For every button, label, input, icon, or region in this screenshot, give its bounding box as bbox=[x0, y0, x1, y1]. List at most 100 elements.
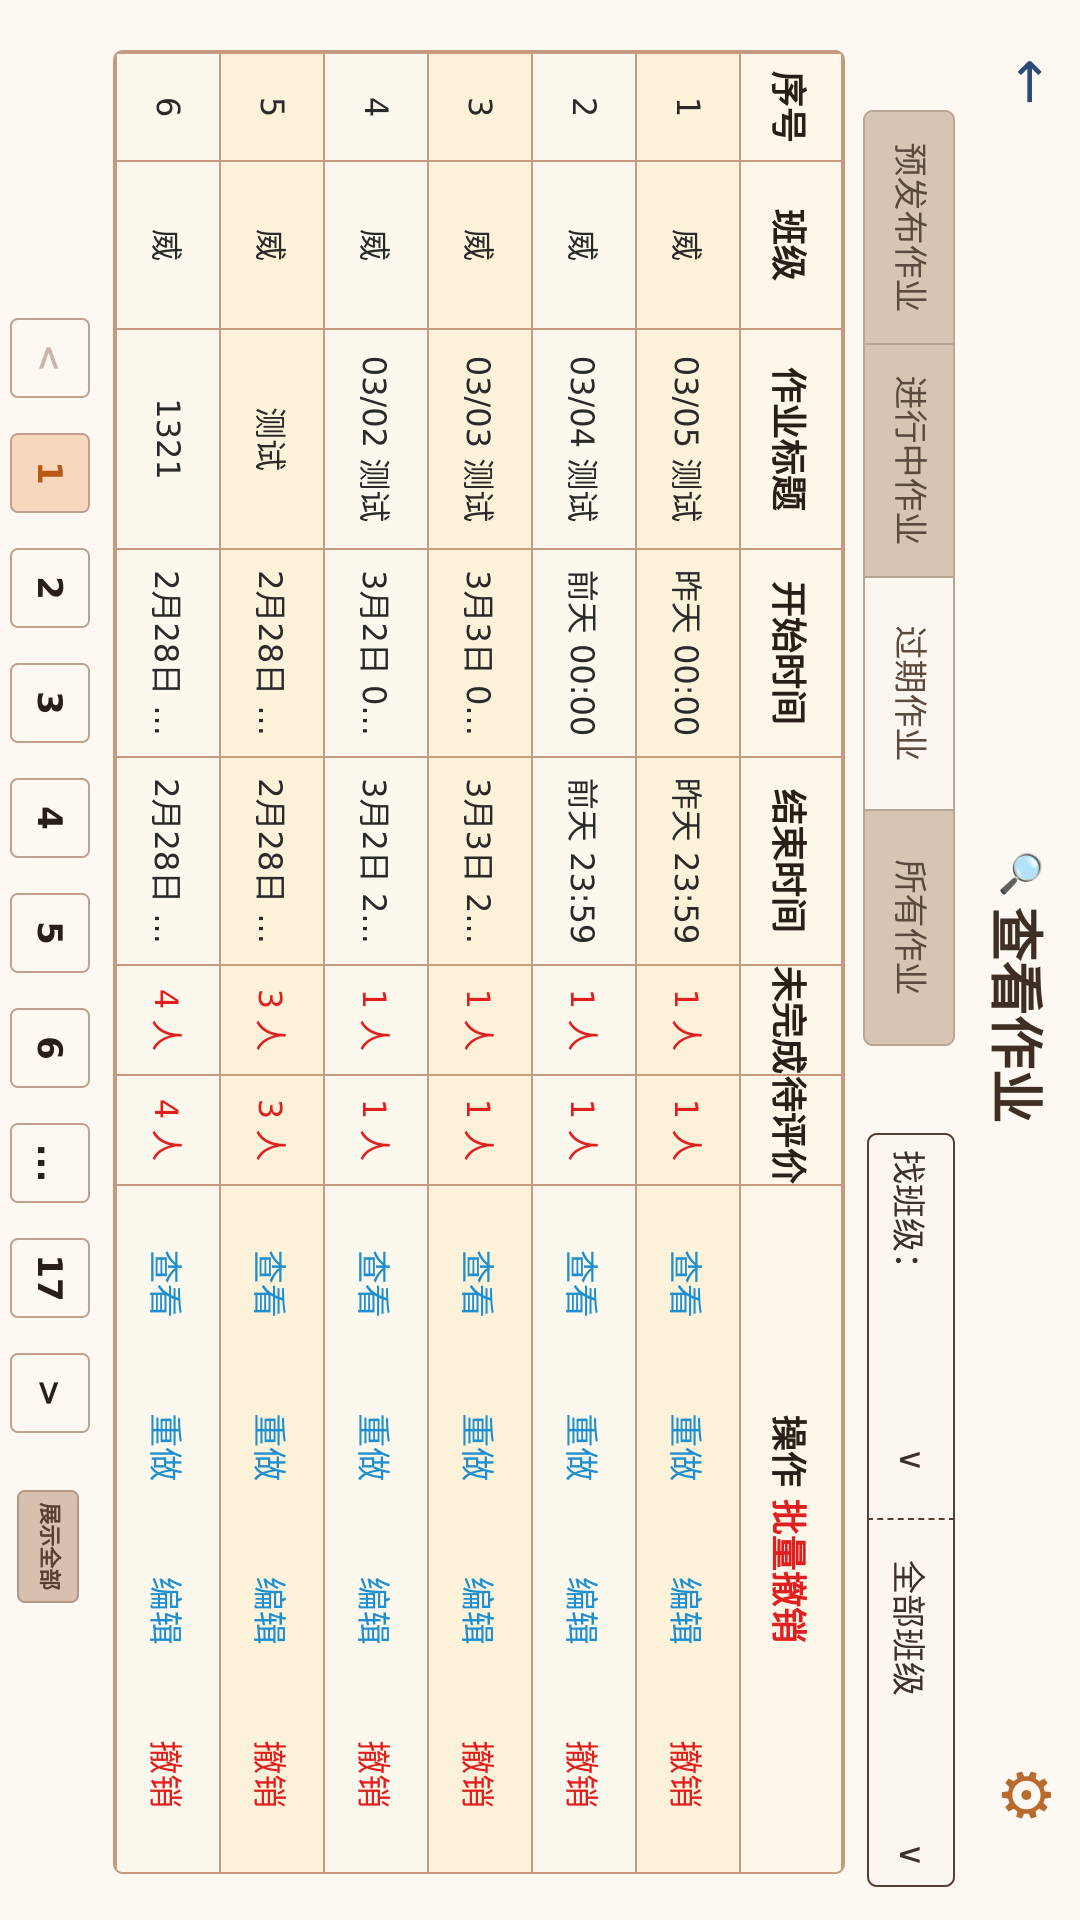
redo-button[interactable]: 重做 bbox=[456, 1413, 505, 1481]
cell-end-time: 2月28日 ... bbox=[116, 757, 220, 965]
redo-button[interactable]: 重做 bbox=[664, 1413, 713, 1481]
cell-title: 1321 bbox=[116, 329, 220, 549]
row-actions: 查看 重做 编辑 撤销 bbox=[248, 1186, 297, 1872]
cell-actions: 查看 重做 编辑 撤销 bbox=[220, 1185, 324, 1873]
cell-index: 5 bbox=[220, 53, 324, 161]
redo-button[interactable]: 重做 bbox=[352, 1413, 401, 1481]
pagination-page-6[interactable]: 6 bbox=[10, 1008, 90, 1088]
tab-all[interactable]: 所有作业 bbox=[865, 811, 953, 1044]
cell-end-time: 3月3日 2... bbox=[428, 757, 532, 965]
homework-tabs: 预发布作业 进行中作业 过期作业 所有作业 bbox=[863, 110, 955, 1046]
cell-class: 威 bbox=[220, 161, 324, 329]
cell-class: 威 bbox=[116, 161, 220, 329]
cell-class: 威 bbox=[428, 161, 532, 329]
revoke-button[interactable]: 撤销 bbox=[456, 1740, 505, 1808]
table-row: 2 威 03/04 测试 前天 00:00 前天 23:59 1 人1 人查看 重做 编辑 撤销 bbox=[532, 53, 636, 1873]
cell-pending-review: 3 人 bbox=[220, 1075, 324, 1185]
edit-button[interactable]: 编辑 bbox=[352, 1577, 401, 1645]
cell-class: 威 bbox=[532, 161, 636, 329]
row-actions: 查看 重做 编辑 撤销 bbox=[456, 1186, 505, 1872]
page-title-text: 查看作业 bbox=[984, 907, 1047, 1124]
header-end-time: 结束时间 bbox=[740, 757, 842, 965]
edit-button[interactable]: 编辑 bbox=[248, 1577, 297, 1645]
view-button[interactable]: 查看 bbox=[560, 1250, 609, 1318]
revoke-button[interactable]: 撤销 bbox=[664, 1740, 713, 1808]
view-button[interactable]: 查看 bbox=[664, 1250, 713, 1318]
revoke-button[interactable]: 撤销 bbox=[144, 1740, 193, 1808]
cell-unfinished: 1 人 bbox=[532, 965, 636, 1075]
cell-end-time: 2月28日 ... bbox=[220, 757, 324, 965]
chevron-down-icon[interactable]: ∨ bbox=[891, 1430, 931, 1490]
cell-title: 03/04 测试 bbox=[532, 329, 636, 549]
batch-revoke-button[interactable]: 批量撤销 bbox=[767, 1499, 808, 1643]
table-row: 3 威 03/03 测试 3月3日 0... 3月3日 2... 1 人1 人查看 重做 编辑… bbox=[428, 53, 532, 1873]
cell-pending-review: 1 人 bbox=[428, 1075, 532, 1185]
cell-index: 1 bbox=[636, 53, 740, 161]
edit-button[interactable]: 编辑 bbox=[144, 1577, 193, 1645]
pagination-next-button[interactable]: > bbox=[10, 1353, 90, 1433]
class-filter-value[interactable]: 全部班级 bbox=[887, 1520, 936, 1825]
redo-button[interactable]: 重做 bbox=[248, 1413, 297, 1481]
tab-prepublish[interactable]: 预发布作业 bbox=[865, 112, 953, 345]
cell-index: 6 bbox=[116, 53, 220, 161]
view-button[interactable]: 查看 bbox=[456, 1250, 505, 1318]
cell-title: 03/02 测试 bbox=[324, 329, 428, 549]
header-title: 作业标题 bbox=[740, 329, 842, 549]
tab-expired[interactable]: 过期作业 bbox=[865, 578, 953, 811]
cell-unfinished: 4 人 bbox=[116, 965, 220, 1075]
cell-pending-review: 4 人 bbox=[116, 1075, 220, 1185]
view-button[interactable]: 查看 bbox=[144, 1250, 193, 1318]
page-title: 🔍 查看作业 bbox=[981, 850, 1060, 1123]
class-filter-label: 找班级： bbox=[887, 1150, 928, 1286]
cell-pending-review: 1 人 bbox=[636, 1075, 740, 1185]
table-row: 6 威 1321 2月28日 ... 2月28日 ... 4 人4 人查看 重做 编辑 撤销 bbox=[116, 53, 220, 1873]
pagination-page-3[interactable]: 3 bbox=[10, 663, 90, 743]
chevron-down-icon[interactable]: ∨ bbox=[891, 1825, 931, 1885]
table-row: 5 威测试 2月28日 ... 2月28日 ... 3 人3 人查看 重做 编辑 撤销 bbox=[220, 53, 324, 1873]
cell-start-time: 2月28日 ... bbox=[220, 549, 324, 757]
cell-start-time: 3月3日 0... bbox=[428, 549, 532, 757]
cell-actions: 查看 重做 编辑 撤销 bbox=[116, 1185, 220, 1873]
row-actions: 查看 重做 编辑 撤销 bbox=[144, 1186, 193, 1872]
cell-actions: 查看 重做 编辑 撤销 bbox=[324, 1185, 428, 1873]
edit-button[interactable]: 编辑 bbox=[560, 1577, 609, 1645]
table-row: 4 威 03/02 测试 3月2日 0... 3月2日 2... 1 人1 人查看 重做 编辑… bbox=[324, 53, 428, 1873]
pagination-page-1[interactable]: 1 bbox=[10, 433, 90, 513]
pagination-page-4[interactable]: 4 bbox=[10, 778, 90, 858]
pagination-page-5[interactable]: 5 bbox=[10, 893, 90, 973]
screen: ← 🔍 查看作业 ⚙ 预发布作业 进行中作业 过期作业 所有作业 找班级： ∨ … bbox=[0, 0, 1080, 1920]
revoke-button[interactable]: 撤销 bbox=[352, 1740, 401, 1808]
edit-button[interactable]: 编辑 bbox=[456, 1577, 505, 1645]
search-icon: 🔍 bbox=[999, 850, 1043, 898]
cell-title: 03/03 测试 bbox=[428, 329, 532, 549]
cell-unfinished: 1 人 bbox=[636, 965, 740, 1075]
show-all-button[interactable]: 展示全部 bbox=[17, 1490, 79, 1603]
pagination-page-17[interactable]: 17 bbox=[10, 1238, 90, 1318]
revoke-button[interactable]: 撤销 bbox=[560, 1740, 609, 1808]
cell-title: 03/05 测试 bbox=[636, 329, 740, 549]
table-row: 1 威 03/05 测试 昨天 00:00 昨天 23:59 1 人1 人查看 重做 编辑 撤销 bbox=[636, 53, 740, 1873]
view-button[interactable]: 查看 bbox=[352, 1250, 401, 1318]
edit-button[interactable]: 编辑 bbox=[664, 1577, 713, 1645]
redo-button[interactable]: 重做 bbox=[144, 1413, 193, 1481]
cell-unfinished: 3 人 bbox=[220, 965, 324, 1075]
class-filter[interactable]: 找班级： ∨ 全部班级 ∨ bbox=[867, 1133, 955, 1887]
back-arrow-icon[interactable]: ← bbox=[998, 52, 1063, 112]
cell-unfinished: 1 人 bbox=[324, 965, 428, 1075]
pagination-prev-button[interactable]: < bbox=[10, 318, 90, 398]
revoke-button[interactable]: 撤销 bbox=[248, 1740, 297, 1808]
pagination-page-2[interactable]: 2 bbox=[10, 548, 90, 628]
tab-in-progress[interactable]: 进行中作业 bbox=[865, 345, 953, 578]
cell-class: 威 bbox=[636, 161, 740, 329]
gear-icon[interactable]: ⚙ bbox=[987, 1760, 1064, 1830]
pagination: < 1 2 3 4 5 6 ... 17 > bbox=[10, 318, 90, 1433]
row-actions: 查看 重做 编辑 撤销 bbox=[352, 1186, 401, 1872]
row-actions: 查看 重做 编辑 撤销 bbox=[664, 1186, 713, 1872]
redo-button[interactable]: 重做 bbox=[560, 1413, 609, 1481]
header-unfinished: 未完成 bbox=[740, 965, 842, 1075]
pagination-ellipsis[interactable]: ... bbox=[10, 1123, 90, 1203]
cell-start-time: 3月2日 0... bbox=[324, 549, 428, 757]
cell-start-time: 昨天 00:00 bbox=[636, 549, 740, 757]
view-button[interactable]: 查看 bbox=[248, 1250, 297, 1318]
cell-index: 4 bbox=[324, 53, 428, 161]
